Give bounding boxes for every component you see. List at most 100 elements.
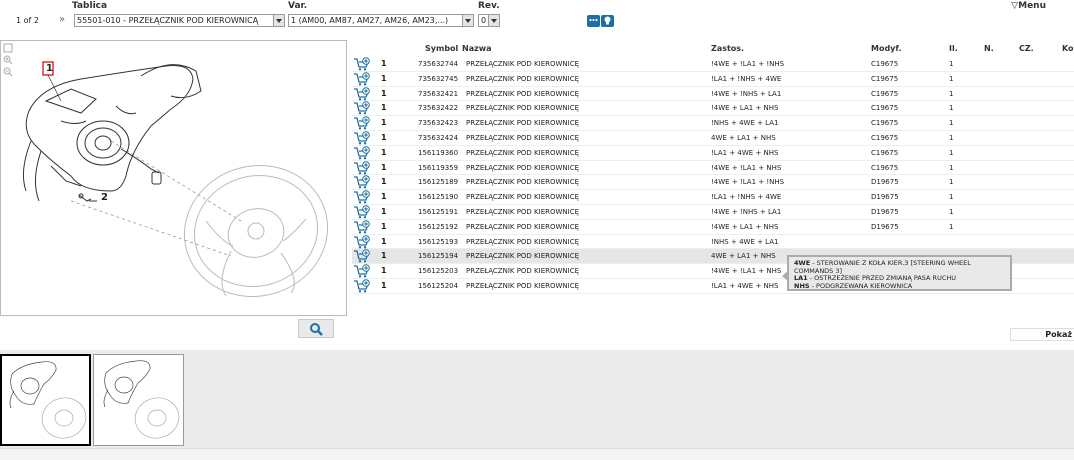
row-qty: 1 xyxy=(381,147,387,157)
var-select[interactable]: 1 (AM00, AM87, AM27, AM26, AM23,...) xyxy=(288,14,474,27)
lightbulb-icon xyxy=(604,16,611,25)
search-button[interactable] xyxy=(298,319,334,338)
row-qty: 1 xyxy=(381,103,387,113)
add-to-cart-icon[interactable] xyxy=(353,279,371,293)
col-n[interactable]: N. xyxy=(984,44,994,53)
col-zastos[interactable]: Zastos. xyxy=(711,44,744,53)
row-name: PRZEŁĄCZNIK POD KIEROWNICĘ xyxy=(466,178,580,187)
col-il[interactable]: Il. xyxy=(949,44,958,53)
row-name: PRZEŁĄCZNIK POD KIEROWNICĘ xyxy=(466,60,580,68)
table-row[interactable]: 1 156125193 PRZEŁĄCZNIK POD KIEROWNICĘ !NHS… xyxy=(352,234,1074,250)
table-row[interactable]: 1 156119359 PRZEŁĄCZNIK POD KIEROWNICĘ !4WE… xyxy=(352,160,1074,176)
row-modyf: C19675 xyxy=(871,148,899,157)
footer-bar xyxy=(0,448,1074,460)
chevron-down-icon[interactable] xyxy=(462,15,473,26)
table-row[interactable]: 1 156125190 PRZEŁĄCZNIK POD KIEROWNICĘ !LA1… xyxy=(352,190,1074,205)
add-to-cart-icon[interactable] xyxy=(353,57,371,71)
row-zastos: !4WE + LA1 + NHS xyxy=(711,222,779,231)
row-qty: 1 xyxy=(381,221,387,231)
callout-2[interactable]: 2 xyxy=(101,192,108,203)
row-symbol: 156119359 xyxy=(418,163,459,172)
add-to-cart-icon[interactable] xyxy=(353,234,371,249)
table-row[interactable]: 1 156125192 PRZEŁĄCZNIK POD KIEROWNICĘ !4WE… xyxy=(352,219,1074,235)
row-il: 1 xyxy=(949,133,954,142)
thumbnail-2[interactable] xyxy=(93,354,184,446)
add-to-cart-icon[interactable] xyxy=(353,264,371,278)
menu-chevron-icon[interactable]: ▽ xyxy=(1011,1,1018,11)
add-to-cart-icon[interactable] xyxy=(353,249,371,263)
hint-button[interactable] xyxy=(601,15,614,27)
col-ko[interactable]: Ko xyxy=(1062,44,1074,53)
show-button[interactable]: Pokaż xyxy=(1010,328,1074,341)
col-nazwa[interactable]: Nazwa xyxy=(462,44,492,53)
add-to-cart-icon[interactable] xyxy=(353,131,371,145)
row-symbol: 735632423 xyxy=(418,119,459,128)
row-il: 1 xyxy=(949,222,954,231)
add-to-cart-icon[interactable] xyxy=(353,116,371,130)
col-cz[interactable]: CZ. xyxy=(1019,44,1034,53)
tablica-select[interactable]: 55501-010 - PRZEŁĄCZNIK POD KIEROWNICĄ xyxy=(74,14,285,27)
tooltip-text-4we: - STEROWANIE Z KOŁA KIER.3 [STEERING WHE… xyxy=(794,259,971,275)
row-modyf: C19675 xyxy=(871,89,899,98)
add-to-cart-icon[interactable] xyxy=(353,145,371,160)
add-to-cart-icon[interactable] xyxy=(353,175,371,189)
row-name: PRZEŁĄCZNIK POD KIEROWNICĘ xyxy=(466,133,580,142)
add-to-cart-icon[interactable] xyxy=(353,71,371,86)
thumbnail-image xyxy=(103,360,180,439)
col-symbol[interactable]: Symbol xyxy=(425,44,458,53)
col-modyf[interactable]: Modyf. xyxy=(871,44,901,53)
row-zastos: 4WE + LA1 + NHS xyxy=(711,133,776,142)
row-symbol: 156125193 xyxy=(418,237,459,246)
add-to-cart-icon[interactable] xyxy=(353,205,371,219)
chevron-down-icon[interactable] xyxy=(273,15,284,26)
table-row[interactable]: 1 156125189 PRZEŁĄCZNIK POD KIEROWNICĘ !4WE… xyxy=(352,175,1074,191)
row-qty: 1 xyxy=(381,251,387,261)
table-row[interactable]: 1 735632421 PRZEŁĄCZNIK POD KIEROWNICĘ !4WE… xyxy=(352,86,1074,102)
tooltip-arrow xyxy=(782,271,788,281)
next-page-icon[interactable]: » xyxy=(59,14,65,25)
rev-select[interactable]: 0 xyxy=(478,14,500,27)
more-options-button[interactable] xyxy=(587,15,600,27)
row-zastos: !NHS + 4WE + LA1 xyxy=(711,237,779,246)
menu-button[interactable]: Menu xyxy=(1018,1,1046,11)
table-row[interactable]: 1 735632745 PRZEŁĄCZNIK POD KIEROWNICĘ !LA1… xyxy=(352,71,1074,87)
thumbnail-1[interactable] xyxy=(0,354,91,446)
row-il: 1 xyxy=(949,74,954,83)
add-to-cart-icon[interactable] xyxy=(353,190,371,204)
row-modyf: C19675 xyxy=(871,104,899,113)
row-qty: 1 xyxy=(381,192,387,202)
row-name: PRZEŁĄCZNIK POD KIEROWNICĘ xyxy=(466,193,580,202)
table-row[interactable]: 1 735632744 PRZEŁĄCZNIK POD KIEROWNICĘ !4WE… xyxy=(352,57,1074,72)
row-il: 1 xyxy=(949,119,954,128)
row-zastos: 4WE + LA1 + NHS xyxy=(711,252,776,261)
callout-1[interactable]: 1 xyxy=(46,63,53,74)
row-qty: 1 xyxy=(381,266,387,276)
table-row[interactable]: 1 735632422 PRZEŁĄCZNIK POD KIEROWNICĘ !4WE… xyxy=(352,101,1074,117)
chevron-down-icon[interactable] xyxy=(488,15,499,26)
row-modyf: D19675 xyxy=(871,222,899,231)
table-row[interactable]: 1 735632424 PRZEŁĄCZNIK POD KIEROWNICĘ 4WE … xyxy=(352,131,1074,146)
add-to-cart-icon[interactable] xyxy=(353,86,371,101)
row-symbol: 735632422 xyxy=(418,104,459,113)
add-to-cart-icon[interactable] xyxy=(353,101,371,115)
rev-select-value: 0 xyxy=(481,16,487,25)
row-name: PRZEŁĄCZNIK POD KIEROWNICĘ xyxy=(466,207,580,216)
table-row[interactable]: 1 735632423 PRZEŁĄCZNIK POD KIEROWNICĘ !NHS… xyxy=(352,116,1074,131)
row-modyf: C19675 xyxy=(871,133,899,142)
row-name: PRZEŁĄCZNIK POD KIEROWNICĘ xyxy=(466,148,580,157)
table-row[interactable]: 1 156125191 PRZEŁĄCZNIK POD KIEROWNICĘ !4WE… xyxy=(352,205,1074,220)
row-modyf: C19675 xyxy=(871,119,899,128)
row-il: 1 xyxy=(949,178,954,187)
row-zastos: !LA1 + 4WE + NHS xyxy=(711,148,779,157)
var-label: Var. xyxy=(288,1,308,11)
tablica-select-value: 55501-010 - PRZEŁĄCZNIK POD KIEROWNICĄ xyxy=(77,16,259,25)
exploded-diagram[interactable]: 1 2 xyxy=(0,40,347,316)
add-to-cart-icon[interactable] xyxy=(353,160,371,175)
row-name: PRZEŁĄCZNIK POD KIEROWNICĘ xyxy=(466,74,580,83)
row-il: 1 xyxy=(949,207,954,216)
row-qty: 1 xyxy=(381,162,387,172)
tablica-label: Tablica xyxy=(72,1,108,11)
table-row[interactable]: 1 156119360 PRZEŁĄCZNIK POD KIEROWNICĘ !LA1… xyxy=(352,145,1074,161)
add-to-cart-icon[interactable] xyxy=(353,219,371,234)
row-qty: 1 xyxy=(381,88,387,98)
